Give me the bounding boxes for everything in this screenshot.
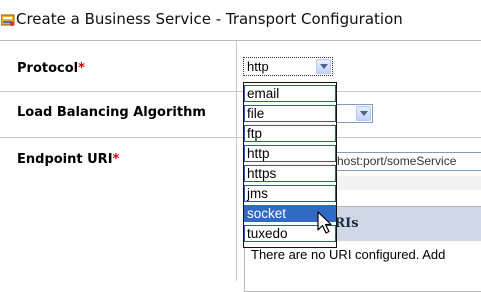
chevron-down-icon — [360, 111, 368, 116]
protocol-label-cell: Protocol* — [0, 41, 237, 91]
mouse-pointer-icon — [317, 211, 332, 234]
chevron-down-icon — [320, 64, 328, 69]
protocol-select-value: http — [247, 59, 269, 74]
endpoint-uri-row: Endpoint URI* ://host:port/someService U… — [0, 138, 481, 292]
endpoint-uri-hint — [322, 176, 481, 190]
endpoint-uri-input[interactable]: ://host:port/someService — [322, 152, 481, 171]
dropdown-option-https[interactable]: https — [244, 165, 336, 182]
page-title: Create a Business Service - Transport Co… — [16, 10, 403, 28]
load-balancing-row: Load Balancing Algorithm — [0, 92, 481, 138]
protocol-select[interactable]: http — [243, 57, 333, 76]
dropdown-option-http[interactable]: http — [244, 145, 336, 162]
protocol-row: Protocol* http — [0, 41, 481, 92]
protocol-select-arrow[interactable] — [316, 59, 331, 74]
dropdown-option-email[interactable]: email — [244, 85, 336, 102]
protocol-label: Protocol* — [17, 61, 85, 76]
endpoint-uri-label: Endpoint URI* — [17, 152, 120, 167]
service-config-icon — [1, 14, 15, 27]
load-balancing-label-cell: Load Balancing Algorithm — [0, 92, 237, 137]
dropdown-option-jms[interactable]: jms — [244, 185, 336, 202]
dropdown-option-file[interactable]: file — [244, 105, 336, 122]
uri-empty-message: There are no URI configured. Add — [251, 247, 446, 262]
page-header: Create a Business Service - Transport Co… — [0, 0, 481, 40]
endpoint-uri-label-cell: Endpoint URI* — [0, 138, 237, 281]
load-balancing-select-arrow[interactable] — [356, 106, 371, 121]
dropdown-option-ftp[interactable]: ftp — [244, 125, 336, 142]
load-balancing-label: Load Balancing Algorithm — [17, 105, 206, 120]
